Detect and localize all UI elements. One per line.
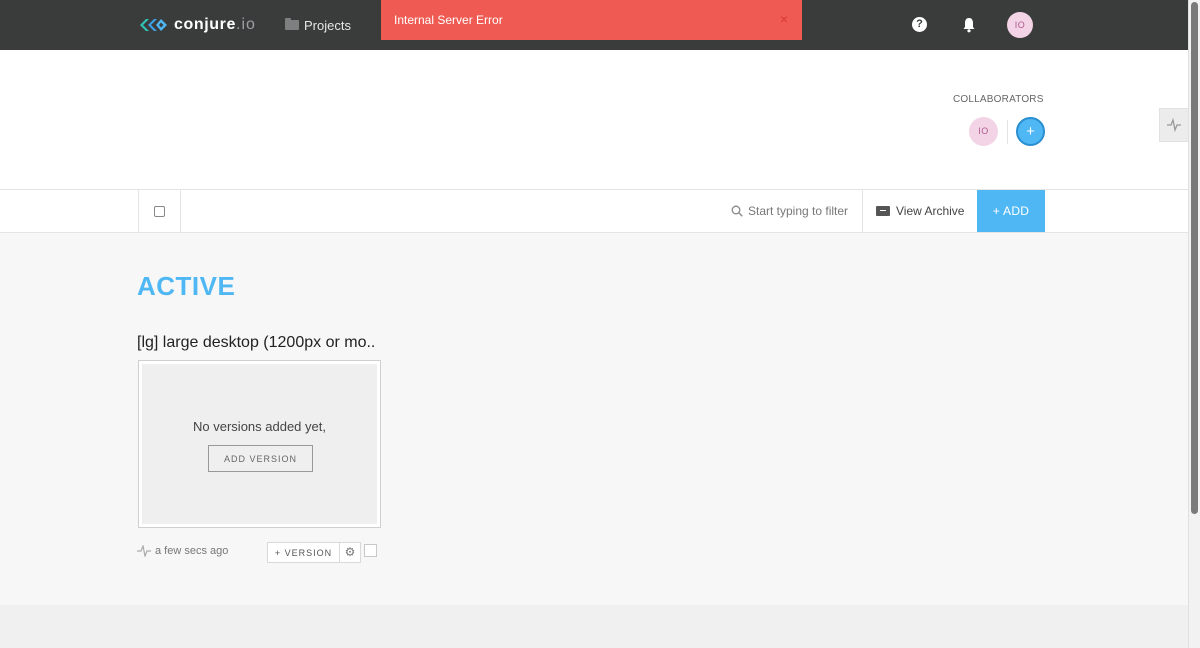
activity-panel-toggle[interactable] bbox=[1159, 108, 1188, 142]
page-footer-area bbox=[0, 605, 1188, 648]
archive-icon bbox=[876, 206, 890, 216]
card-preview: No versions added yet, ADD VERSION bbox=[142, 364, 377, 524]
collaborator-avatar[interactable]: IO bbox=[969, 117, 998, 146]
empty-state-text: No versions added yet, bbox=[193, 419, 326, 434]
bell-icon[interactable] bbox=[962, 17, 976, 33]
logo-text: conjure bbox=[174, 16, 236, 33]
project-header: COLLABORATORS IO + bbox=[0, 50, 1188, 190]
board-toolbar: Start typing to filter View Archive + AD… bbox=[0, 189, 1188, 233]
section-title: ACTIVE bbox=[137, 271, 236, 301]
filter-placeholder: Start typing to filter bbox=[748, 204, 849, 218]
filter-input[interactable]: Start typing to filter bbox=[731, 190, 848, 232]
user-avatar[interactable]: IO bbox=[1007, 12, 1033, 38]
app-logo[interactable]: conjure.io bbox=[140, 14, 256, 36]
error-message: Internal Server Error bbox=[394, 13, 503, 27]
select-all-cell bbox=[138, 190, 181, 232]
collaborators-label: COLLABORATORS bbox=[953, 94, 1044, 105]
card-select-checkbox[interactable] bbox=[364, 544, 377, 557]
error-banner: Internal Server Error × bbox=[381, 0, 802, 40]
card-activity: a few secs ago bbox=[137, 545, 228, 557]
board-card[interactable]: No versions added yet, ADD VERSION bbox=[138, 360, 381, 528]
scrollbar-thumb[interactable] bbox=[1191, 2, 1198, 514]
board-title[interactable]: [lg] large desktop (1200px or mo.. bbox=[137, 334, 375, 352]
logo-suffix: .io bbox=[236, 16, 256, 33]
page-scrollbar[interactable] bbox=[1188, 0, 1200, 648]
board-content: ACTIVE [lg] large desktop (1200px or mo.… bbox=[0, 233, 1188, 605]
help-icon[interactable]: ? bbox=[912, 17, 927, 32]
add-version-button[interactable]: ADD VERSION bbox=[208, 445, 313, 472]
collaborators-divider bbox=[1007, 120, 1008, 144]
view-archive-button[interactable]: View Archive bbox=[862, 190, 977, 232]
activity-icon bbox=[1167, 118, 1181, 132]
close-icon[interactable]: × bbox=[780, 12, 788, 26]
gear-icon[interactable]: ⚙ bbox=[340, 542, 361, 563]
timestamp: a few secs ago bbox=[155, 545, 229, 557]
add-collaborator-button[interactable]: + bbox=[1016, 117, 1045, 146]
conjure-logo-icon bbox=[140, 19, 167, 31]
logo-wordmark: conjure.io bbox=[174, 16, 256, 34]
view-archive-label: View Archive bbox=[896, 204, 965, 218]
select-all-checkbox[interactable] bbox=[154, 205, 165, 217]
add-button[interactable]: + ADD bbox=[977, 190, 1045, 232]
folder-icon bbox=[285, 18, 299, 30]
add-version-small-button[interactable]: + VERSION bbox=[267, 542, 340, 563]
search-icon bbox=[731, 205, 743, 217]
projects-link[interactable]: Projects bbox=[285, 16, 351, 34]
projects-label: Projects bbox=[304, 17, 351, 33]
card-meta: a few secs ago + VERSION ⚙ bbox=[137, 542, 381, 563]
activity-icon bbox=[137, 545, 151, 557]
